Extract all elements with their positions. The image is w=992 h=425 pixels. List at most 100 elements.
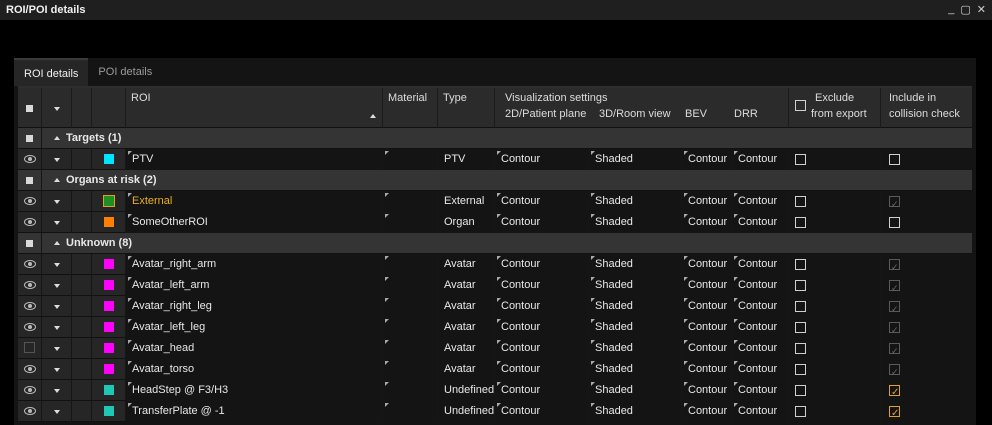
vis-drr[interactable]: Contour [732, 338, 789, 359]
roi-name[interactable]: HeadStep @ F3/H3 [126, 380, 383, 401]
vis-2d[interactable]: Contour [495, 401, 589, 422]
visibility-toggle[interactable] [18, 296, 42, 317]
table-row[interactable]: Avatar_left_leg Avatar Contour Shaded Contou… [18, 317, 972, 338]
group-row[interactable]: Unknown (8) [18, 233, 972, 254]
visibility-toggle[interactable] [18, 401, 42, 422]
table-row[interactable]: External External Contour Shaded Contour Cont… [18, 191, 972, 212]
roi-type[interactable]: Avatar [438, 338, 495, 359]
roi-type[interactable]: External [438, 191, 495, 212]
vis-bev[interactable]: Contour [682, 191, 732, 212]
tab-roi-details[interactable]: ROI details [14, 58, 89, 86]
roi-name[interactable]: PTV [126, 149, 383, 170]
exclude-checkbox[interactable] [795, 280, 806, 291]
vis-2d[interactable]: Contour [495, 212, 589, 233]
exclude-checkbox[interactable] [795, 154, 806, 165]
vis-3d[interactable]: Shaded [589, 359, 682, 380]
vis-bev[interactable]: Contour [682, 380, 732, 401]
exclude-all-checkbox[interactable] [795, 100, 806, 111]
header-vis-2d[interactable]: 2D/Patient plane [505, 108, 586, 120]
vis-3d[interactable]: Shaded [589, 296, 682, 317]
vis-3d[interactable]: Shaded [589, 275, 682, 296]
exclude-checkbox[interactable] [795, 301, 806, 312]
vis-2d[interactable]: Contour [495, 317, 589, 338]
vis-drr[interactable]: Contour [732, 254, 789, 275]
vis-2d[interactable]: Contour [495, 296, 589, 317]
exclude-checkbox[interactable] [795, 322, 806, 333]
roi-name[interactable]: Avatar_left_leg [126, 317, 383, 338]
roi-name[interactable]: Avatar_right_leg [126, 296, 383, 317]
row-menu[interactable] [42, 191, 72, 212]
vis-bev[interactable]: Contour [682, 317, 732, 338]
collision-checkbox[interactable] [889, 154, 900, 165]
exclude-checkbox[interactable] [795, 217, 806, 228]
vis-bev[interactable]: Contour [682, 212, 732, 233]
visibility-toggle[interactable] [18, 338, 42, 359]
row-menu[interactable] [42, 401, 72, 422]
vis-drr[interactable]: Contour [732, 275, 789, 296]
material[interactable] [383, 275, 438, 296]
color-swatch-cell[interactable] [92, 212, 126, 233]
roi-type[interactable]: Avatar [438, 359, 495, 380]
group-label[interactable]: Organs at risk (2) [42, 170, 442, 191]
vis-3d[interactable]: Shaded [589, 401, 682, 422]
roi-type[interactable]: Avatar [438, 317, 495, 338]
exclude-checkbox[interactable] [795, 196, 806, 207]
vis-3d[interactable]: Shaded [589, 317, 682, 338]
roi-type[interactable]: Undefined [438, 401, 495, 422]
roi-type[interactable]: Avatar [438, 254, 495, 275]
vis-drr[interactable]: Contour [732, 359, 789, 380]
group-select[interactable] [18, 128, 42, 149]
table-row[interactable]: TransferPlate @ -1 Undefined Contour Shaded… [18, 401, 972, 422]
visibility-toggle[interactable] [18, 149, 42, 170]
vis-3d[interactable]: Shaded [589, 380, 682, 401]
group-label[interactable]: Unknown (8) [42, 233, 442, 254]
vis-3d[interactable]: Shaded [589, 338, 682, 359]
material[interactable] [383, 401, 438, 422]
header-select-all[interactable] [18, 88, 42, 128]
vis-drr[interactable]: Contour [732, 212, 789, 233]
color-swatch-cell[interactable] [92, 401, 126, 422]
table-row[interactable]: Avatar_head Avatar Contour Shaded Contour Con… [18, 338, 972, 359]
color-swatch-cell[interactable] [92, 275, 126, 296]
table-row[interactable]: PTV PTV Contour Shaded Contour Contour [18, 149, 972, 170]
roi-name[interactable]: SomeOtherROI [126, 212, 383, 233]
material[interactable] [383, 296, 438, 317]
color-swatch-cell[interactable] [92, 317, 126, 338]
material[interactable] [383, 254, 438, 275]
material[interactable] [383, 359, 438, 380]
vis-bev[interactable]: Contour [682, 254, 732, 275]
vis-drr[interactable]: Contour [732, 317, 789, 338]
vis-bev[interactable]: Contour [682, 275, 732, 296]
roi-type[interactable]: Undefined [438, 380, 495, 401]
row-menu[interactable] [42, 149, 72, 170]
vis-2d[interactable]: Contour [495, 254, 589, 275]
material[interactable] [383, 338, 438, 359]
minimize-button[interactable]: _ [948, 3, 954, 16]
exclude-checkbox[interactable] [795, 406, 806, 417]
vis-bev[interactable]: Contour [682, 359, 732, 380]
maximize-button[interactable]: ▢ [960, 3, 970, 16]
table-row[interactable]: Avatar_right_leg Avatar Contour Shaded Conto… [18, 296, 972, 317]
group-select[interactable] [18, 233, 42, 254]
table-row[interactable]: Avatar_torso Avatar Contour Shaded Contour Co… [18, 359, 972, 380]
visibility-toggle[interactable] [18, 254, 42, 275]
material[interactable] [383, 380, 438, 401]
row-menu[interactable] [42, 296, 72, 317]
table-row[interactable]: SomeOtherROI Organ Contour Shaded Contour Con… [18, 212, 972, 233]
vis-bev[interactable]: Contour [682, 338, 732, 359]
row-menu[interactable] [42, 275, 72, 296]
vis-2d[interactable]: Contour [495, 359, 589, 380]
exclude-checkbox[interactable] [795, 259, 806, 270]
visibility-toggle[interactable] [18, 359, 42, 380]
roi-type[interactable]: PTV [438, 149, 495, 170]
visibility-toggle[interactable] [18, 191, 42, 212]
material[interactable] [383, 212, 438, 233]
vis-2d[interactable]: Contour [495, 275, 589, 296]
vis-bev[interactable]: Contour [682, 401, 732, 422]
visibility-toggle[interactable] [18, 380, 42, 401]
vis-3d[interactable]: Shaded [589, 149, 682, 170]
vis-3d[interactable]: Shaded [589, 254, 682, 275]
tab-poi-details[interactable]: POI details [88, 58, 162, 86]
roi-name[interactable]: Avatar_left_arm [126, 275, 383, 296]
header-type[interactable]: Type [438, 88, 495, 128]
